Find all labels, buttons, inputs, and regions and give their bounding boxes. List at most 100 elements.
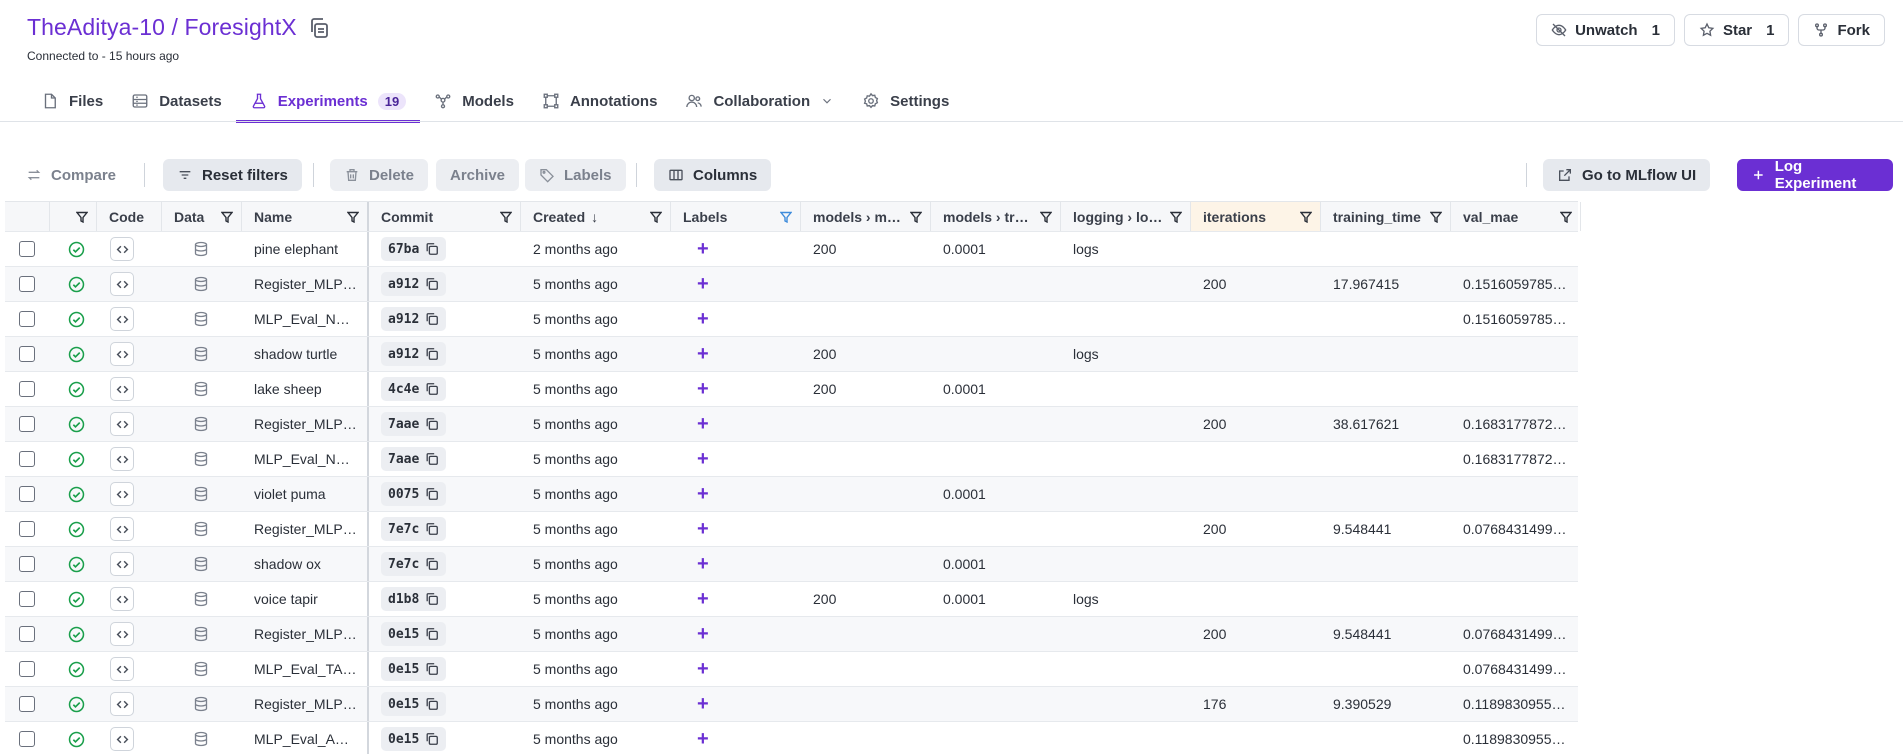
row-checkbox[interactable] [19, 311, 35, 327]
table-row[interactable]: MLP_Eval_N… 7aae 5 months ago + 0.168317… [5, 442, 1578, 477]
experiment-name[interactable]: violet puma [254, 486, 326, 502]
view-code-button[interactable] [110, 307, 134, 331]
table-row[interactable]: Register_MLP… 0e15 5 months ago + 176 9.… [5, 687, 1578, 722]
copy-icon[interactable] [425, 522, 439, 536]
row-checkbox[interactable] [19, 556, 35, 572]
filter-active-icon[interactable] [780, 211, 792, 223]
database-icon[interactable] [193, 556, 209, 572]
copy-icon[interactable] [307, 16, 331, 40]
add-label-button[interactable]: + [697, 414, 709, 434]
view-code-button[interactable] [110, 552, 134, 576]
commit-badge[interactable]: d1b8 [381, 587, 447, 611]
database-icon[interactable] [193, 486, 209, 502]
star-button[interactable]: Star 1 [1683, 14, 1790, 46]
tab-collaboration[interactable]: Collaboration [671, 80, 848, 122]
copy-icon[interactable] [425, 277, 439, 291]
tab-experiments[interactable]: Experiments 19 [235, 80, 421, 123]
filter-icon[interactable] [1560, 211, 1572, 223]
commit-badge[interactable]: a912 [381, 307, 447, 331]
view-code-button[interactable] [110, 342, 134, 366]
copy-icon[interactable] [425, 417, 439, 431]
add-label-button[interactable]: + [697, 519, 709, 539]
val-mae-column-header[interactable]: val_mae [1451, 202, 1581, 231]
database-icon[interactable] [193, 241, 209, 257]
copy-icon[interactable] [425, 487, 439, 501]
experiment-name[interactable]: voice tapir [254, 591, 318, 607]
name-cell[interactable]: MLP_Eval_TA… [242, 652, 369, 686]
row-checkbox[interactable] [19, 451, 35, 467]
name-cell[interactable]: Register_MLP… [242, 407, 369, 441]
database-icon[interactable] [193, 346, 209, 362]
row-checkbox[interactable] [19, 486, 35, 502]
name-cell[interactable]: Register_MLP… [242, 687, 369, 721]
filter-icon[interactable] [1040, 211, 1052, 223]
table-row[interactable]: Register_MLP… 0e15 5 months ago + 200 9.… [5, 617, 1578, 652]
view-code-button[interactable] [110, 447, 134, 471]
models-m-column-header[interactable]: models › m… [801, 202, 931, 231]
code-column-header[interactable]: Code [97, 202, 162, 231]
table-row[interactable]: pine elephant 67ba 2 months ago + 200 0.… [5, 232, 1578, 267]
experiment-name[interactable]: Register_MLP… [254, 626, 357, 642]
experiment-name[interactable]: lake sheep [254, 381, 322, 397]
add-label-button[interactable]: + [697, 624, 709, 644]
experiment-name[interactable]: MLP_Eval_A… [254, 731, 349, 747]
commit-badge[interactable]: a912 [381, 272, 447, 296]
filter-icon[interactable] [347, 211, 359, 223]
add-label-button[interactable]: + [697, 659, 709, 679]
table-row[interactable]: MLP_Eval_A… 0e15 5 months ago + 0.118983… [5, 722, 1578, 754]
commit-badge[interactable]: 0e15 [381, 657, 447, 681]
experiment-name[interactable]: Register_MLP… [254, 416, 357, 432]
filter-icon[interactable] [1430, 211, 1442, 223]
filter-icon[interactable] [221, 211, 233, 223]
data-column-header[interactable]: Data [162, 202, 242, 231]
experiment-name[interactable]: MLP_Eval_TA… [254, 661, 356, 677]
add-label-button[interactable]: + [697, 729, 709, 749]
commit-badge[interactable]: 4c4e [381, 377, 447, 401]
commit-badge[interactable]: 7e7c [381, 517, 447, 541]
name-cell[interactable]: violet puma [242, 477, 369, 511]
models-tr-column-header[interactable]: models › tr… [931, 202, 1061, 231]
row-checkbox[interactable] [19, 696, 35, 712]
commit-badge[interactable]: 67ba [381, 237, 447, 261]
mlflow-ui-button[interactable]: Go to MLflow UI [1543, 159, 1711, 191]
row-checkbox[interactable] [19, 626, 35, 642]
add-label-button[interactable]: + [697, 239, 709, 259]
commit-badge[interactable]: 7aae [381, 412, 447, 436]
view-code-button[interactable] [110, 587, 134, 611]
copy-icon[interactable] [425, 662, 439, 676]
repo-name-link[interactable]: TheAditya-10 / ForesightX [27, 14, 297, 41]
table-row[interactable]: MLP_Eval_TA… 0e15 5 months ago + 0.07684… [5, 652, 1578, 687]
training-time-column-header[interactable]: training_time [1321, 202, 1451, 231]
database-icon[interactable] [193, 451, 209, 467]
copy-icon[interactable] [425, 347, 439, 361]
table-row[interactable]: shadow ox 7e7c 5 months ago + 0.0001 [5, 547, 1578, 582]
view-code-button[interactable] [110, 657, 134, 681]
copy-icon[interactable] [425, 697, 439, 711]
name-cell[interactable]: shadow turtle [242, 337, 369, 371]
archive-button[interactable]: Archive [436, 159, 520, 191]
database-icon[interactable] [193, 731, 209, 747]
created-column-header[interactable]: Created ↓ [521, 202, 671, 231]
view-code-button[interactable] [110, 517, 134, 541]
name-cell[interactable]: lake sheep [242, 372, 369, 406]
filter-icon[interactable] [76, 211, 88, 223]
name-cell[interactable]: pine elephant [242, 232, 369, 266]
database-icon[interactable] [193, 311, 209, 327]
filter-icon[interactable] [1300, 211, 1312, 223]
row-checkbox[interactable] [19, 591, 35, 607]
database-icon[interactable] [193, 661, 209, 677]
name-cell[interactable]: MLP_Eval_N… [242, 302, 369, 336]
row-checkbox[interactable] [19, 241, 35, 257]
commit-badge[interactable]: 7e7c [381, 552, 447, 576]
logging-column-header[interactable]: logging › lo… [1061, 202, 1191, 231]
experiment-name[interactable]: MLP_Eval_N… [254, 451, 350, 467]
commit-badge[interactable]: 0e15 [381, 692, 447, 716]
view-code-button[interactable] [110, 622, 134, 646]
name-cell[interactable]: MLP_Eval_A… [242, 722, 369, 754]
table-row[interactable]: violet puma 0075 5 months ago + 0.0001 [5, 477, 1578, 512]
labels-column-header[interactable]: Labels [671, 202, 801, 231]
row-checkbox[interactable] [19, 661, 35, 677]
table-row[interactable]: voice tapir d1b8 5 months ago + 200 0.00… [5, 582, 1578, 617]
compare-button[interactable]: Compare [12, 159, 130, 191]
table-row[interactable]: Register_MLP… 7e7c 5 months ago + 200 9.… [5, 512, 1578, 547]
